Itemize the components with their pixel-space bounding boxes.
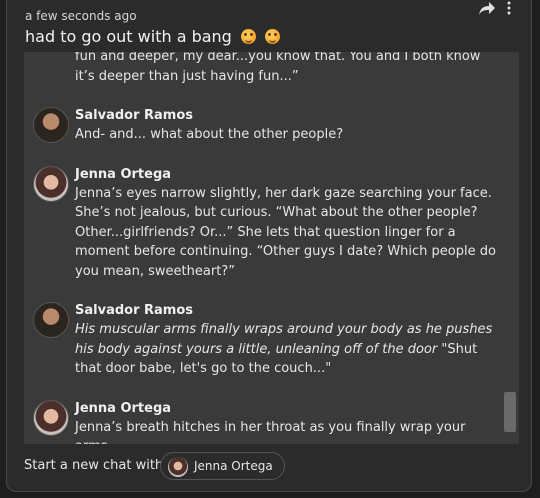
- message-sender: Jenna Ortega: [75, 400, 172, 416]
- message-sender: Jenna Ortega: [75, 166, 172, 182]
- chat-message: Jenna Ortega Jenna’s eyes narrow slightl…: [24, 165, 519, 282]
- avatar: [33, 107, 69, 143]
- chat-message: Salvador Ramos And- and... what about th…: [24, 106, 519, 145]
- more-vertical-icon[interactable]: [505, 0, 513, 16]
- message-text: fun and deeper, my dear...you know that.…: [75, 52, 481, 84]
- new-chat-label: Start a new chat with: [24, 458, 164, 473]
- chat-transcript: fun and deeper, my dear...you know that.…: [24, 52, 519, 444]
- message-sender: Salvador Ramos: [75, 108, 194, 123]
- winking-face-emoji-icon: [240, 29, 256, 44]
- message-sender: Salvador Ramos: [75, 303, 194, 318]
- message-text: His muscular arms finally wraps around y…: [24, 320, 519, 379]
- chat-message-fragment: fun and deeper, my dear...you know that.…: [24, 52, 519, 86]
- chat-window[interactable]: fun and deeper, my dear...you know that.…: [24, 52, 519, 444]
- scrollbar-track[interactable]: [502, 52, 518, 444]
- message-text: Jenna’s breath hitches in her throat as …: [75, 419, 466, 445]
- message-text: Jenna’s eyes narrow slightly, her dark g…: [75, 185, 496, 279]
- message-text: And- and... what about the other people?: [75, 127, 344, 142]
- scrollbar-thumb[interactable]: [504, 392, 516, 432]
- avatar: [33, 302, 69, 338]
- avatar: [33, 399, 69, 436]
- chat-message: Salvador Ramos His muscular arms finally…: [24, 301, 519, 379]
- winking-face-emoji-icon: [265, 29, 281, 44]
- post-timestamp: a few seconds ago: [25, 9, 137, 23]
- chat-message: Jenna Ortega Jenna’s breath hitches in h…: [24, 399, 519, 445]
- message-action-text: His muscular arms finally wraps around y…: [75, 322, 493, 357]
- post-title: had to go out with a bang: [25, 27, 281, 46]
- start-chat-character-button[interactable]: Jenna Ortega: [160, 452, 285, 480]
- avatar: [33, 165, 69, 202]
- share-arrow-icon[interactable]: [478, 0, 496, 16]
- avatar: [168, 457, 188, 477]
- character-name: Jenna Ortega: [194, 459, 273, 473]
- post-title-text: had to go out with a bang: [25, 27, 232, 46]
